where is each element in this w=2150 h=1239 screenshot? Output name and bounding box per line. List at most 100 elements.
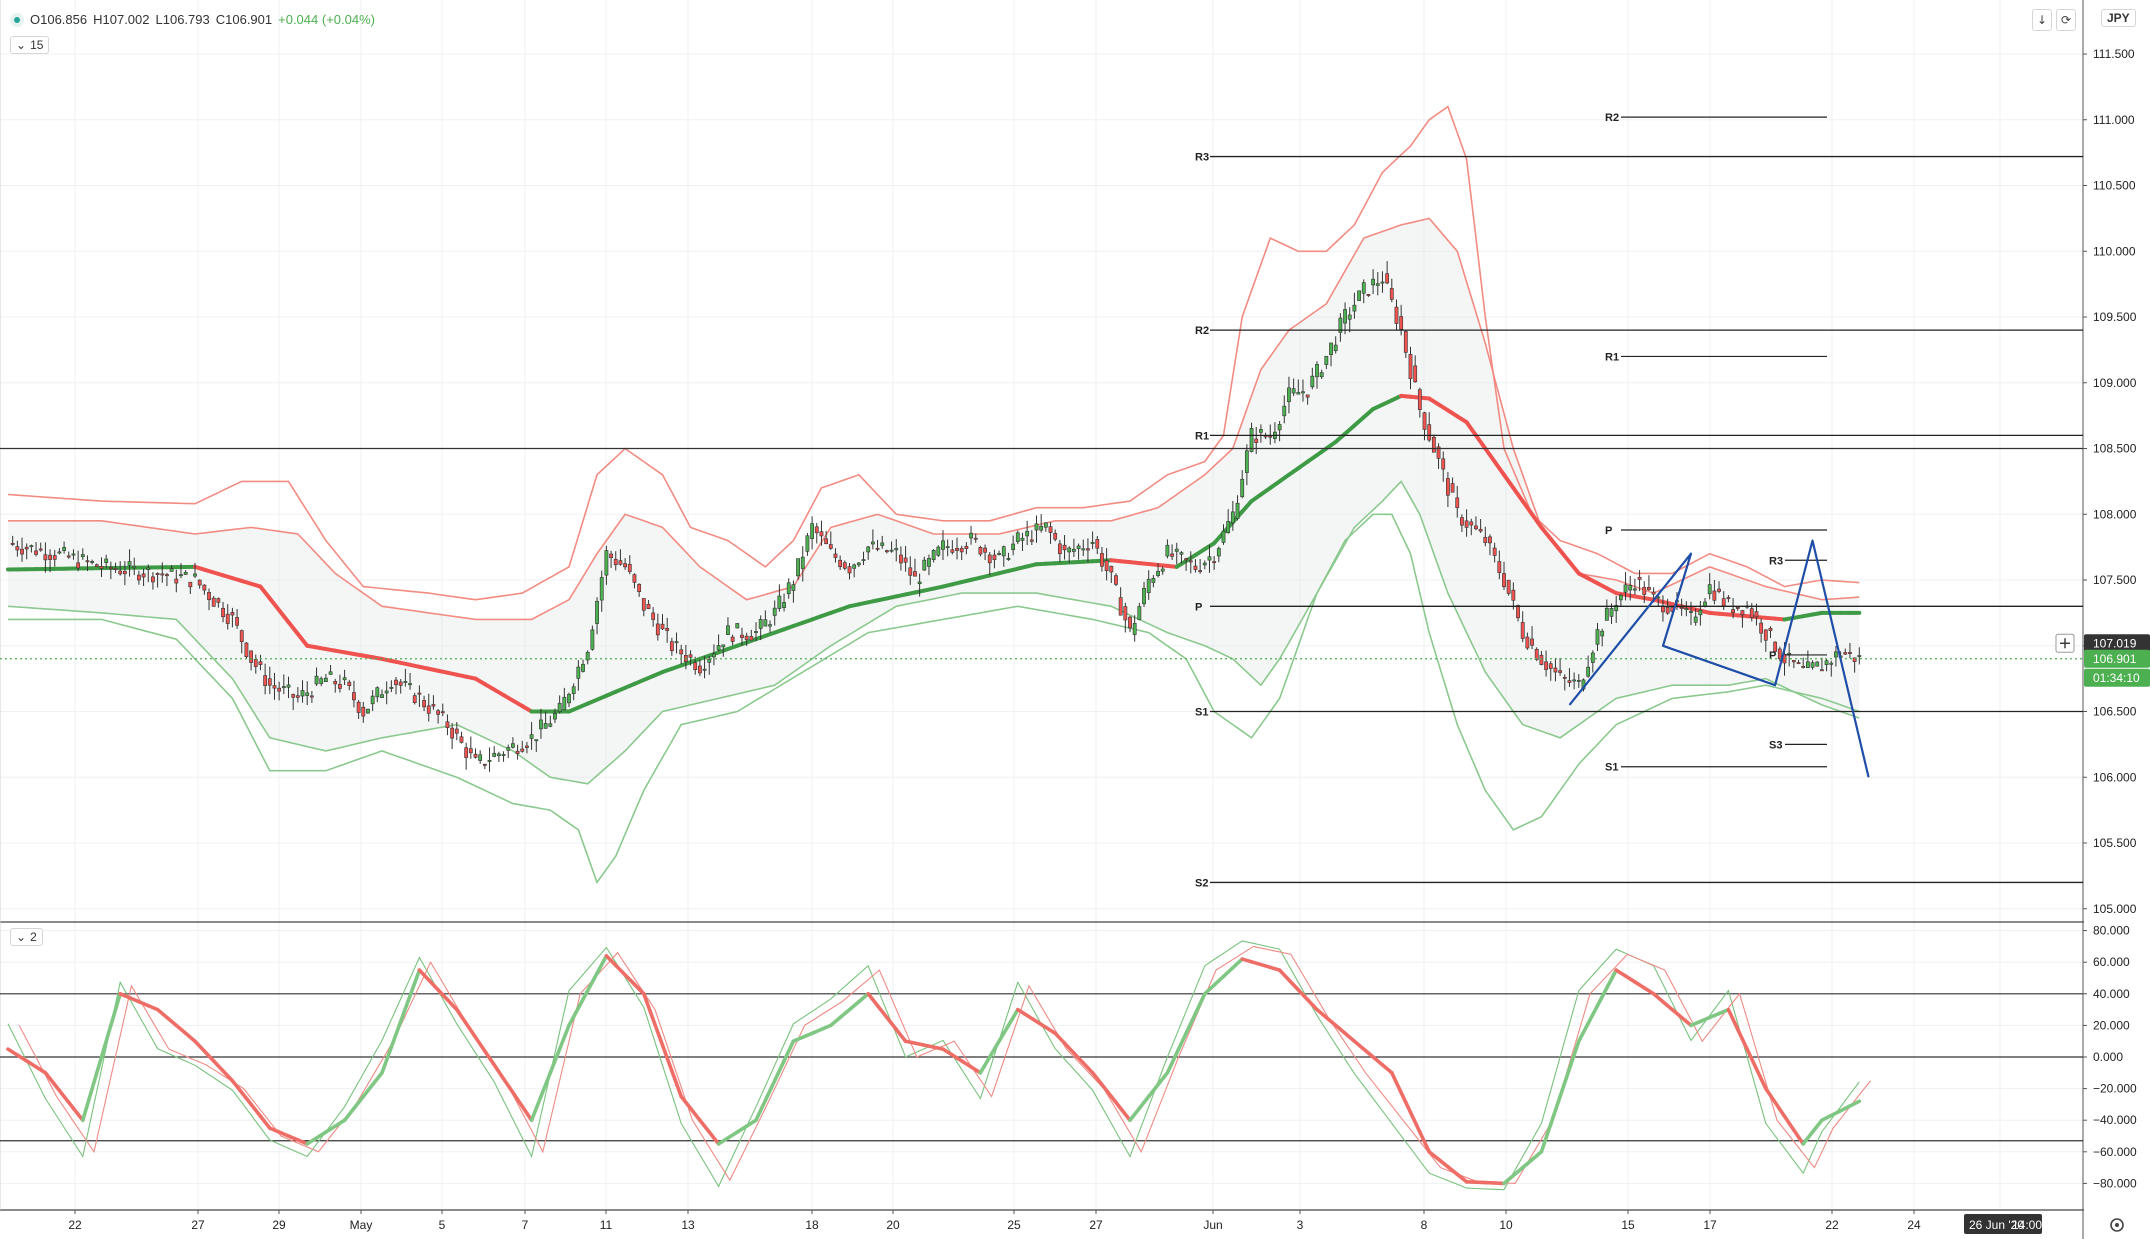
candle-body <box>1642 586 1647 595</box>
candle-body <box>417 692 422 695</box>
candle-body <box>1132 623 1137 635</box>
candle-body <box>319 678 324 684</box>
oscillator-toggle[interactable]: ⌄ 2 <box>10 928 43 946</box>
candle-body <box>333 680 338 685</box>
candle-body <box>1460 517 1464 526</box>
candle-body <box>1301 391 1305 394</box>
candle-body <box>791 584 796 591</box>
candle-body <box>595 601 599 624</box>
time-tick-label: 17 <box>1703 1218 1717 1232</box>
time-tick-label: 3 <box>1297 1218 1304 1232</box>
time-tick-label: May <box>350 1218 373 1232</box>
candle-body <box>1001 546 1006 557</box>
candle-body <box>487 760 492 762</box>
candle-body <box>496 753 501 756</box>
price-tick-label: 107.500 <box>2093 573 2137 587</box>
candle-body <box>894 548 899 551</box>
osc-tick-label: −80.000 <box>2093 1176 2137 1190</box>
oscillator-main-segment <box>1810 1118 1824 1134</box>
candle-body <box>707 658 712 663</box>
candle-body <box>660 623 665 630</box>
price-tick-label: 111.500 <box>2093 47 2135 61</box>
candle-body <box>1651 591 1656 595</box>
candle-body <box>1385 273 1390 284</box>
osc-tick-label: 60.000 <box>2093 955 2130 969</box>
oscillator-main-segment <box>483 1049 497 1067</box>
oscillator-main-segment <box>99 1023 113 1059</box>
interval-toggle[interactable]: ⌄ 15 <box>10 36 50 54</box>
candle-body <box>1815 661 1820 667</box>
candle-body <box>581 663 585 672</box>
osc-tick-label: 0.000 <box>2093 1050 2123 1064</box>
oscillator-main-segment <box>1193 991 1207 1016</box>
oscillator-main-segment <box>1399 1090 1413 1115</box>
candle-body <box>1291 388 1296 394</box>
candle-body <box>1763 629 1768 641</box>
candle-body <box>52 555 57 560</box>
candle-body <box>1422 412 1427 430</box>
candle-body <box>20 548 24 555</box>
candle-body <box>193 573 197 577</box>
down-arrow-icon[interactable]: ↓ <box>2032 9 2052 31</box>
candle-body <box>964 545 969 549</box>
candle-body <box>1146 578 1151 594</box>
osc-tick-label: −40.000 <box>2093 1113 2137 1127</box>
oscillator-main-segment <box>838 1007 852 1020</box>
candle-body <box>118 570 123 575</box>
candle-body <box>1015 532 1020 542</box>
candle-body <box>342 677 347 681</box>
candle-body <box>1188 560 1193 563</box>
candle-body <box>571 686 576 694</box>
candle-body <box>1511 589 1516 601</box>
candle-body <box>880 542 885 546</box>
candle-body <box>1408 354 1413 379</box>
candle-body <box>1034 523 1039 531</box>
pivot-label-left: P <box>1195 601 1202 613</box>
oscillator-main-segment <box>1184 1011 1198 1036</box>
candle-body <box>1235 502 1240 519</box>
oscillator-main-segment <box>1586 1003 1600 1026</box>
candle-body <box>1553 667 1558 673</box>
candle-body <box>1567 680 1572 683</box>
price-tick-label: 109.000 <box>2093 376 2137 390</box>
oscillator-main-segment <box>1333 1023 1347 1036</box>
candle-body <box>1539 654 1544 665</box>
candle-body <box>165 574 169 577</box>
oscillator-main-segment <box>641 991 655 1022</box>
oscillator-main-segment <box>1109 1094 1123 1111</box>
oscillator-main-segment <box>1277 968 1291 982</box>
oscillator-main-segment <box>380 1045 394 1075</box>
time-tick-label: 7 <box>522 1218 529 1232</box>
candle-body <box>1216 548 1221 557</box>
candle-body <box>623 563 628 568</box>
candle-body <box>1011 543 1016 550</box>
candle-body <box>1637 576 1642 580</box>
candle-body <box>1843 652 1848 655</box>
refresh-icon[interactable]: ⟳ <box>2056 9 2076 31</box>
candle-body <box>1576 680 1581 682</box>
candle-body <box>1441 458 1446 470</box>
candle-body <box>828 544 833 549</box>
candle-body <box>1244 450 1249 473</box>
candle-body <box>1366 294 1371 296</box>
oscillator-main-segment <box>1371 1055 1385 1067</box>
candle-body <box>955 548 959 551</box>
candle-body <box>1698 609 1703 616</box>
oscillator-main-segment <box>997 1023 1011 1043</box>
candle-body <box>1029 539 1034 542</box>
candle-body <box>473 753 478 758</box>
osc-tick-label: 40.000 <box>2093 987 2130 1001</box>
candle-body <box>730 636 735 642</box>
candle-body <box>870 541 875 545</box>
price-tick-label: 110.500 <box>2093 179 2136 193</box>
oscillator-main-segment <box>239 1090 253 1107</box>
price-tick-label: 105.000 <box>2093 902 2137 916</box>
candle-body <box>1707 584 1712 595</box>
candle-body <box>936 546 941 556</box>
price-chart[interactable]: R3 R2 R1 P S1 S2 R2 R1 P R3 P S3 S1 111.500 111.000 11… <box>0 0 2150 1239</box>
candle-body <box>1834 651 1838 658</box>
oscillator-main-segment <box>1670 1007 1684 1020</box>
candle-body <box>38 548 43 551</box>
oscillator-main-segment <box>1352 1039 1366 1051</box>
price-tick-label: 108.500 <box>2093 442 2137 456</box>
